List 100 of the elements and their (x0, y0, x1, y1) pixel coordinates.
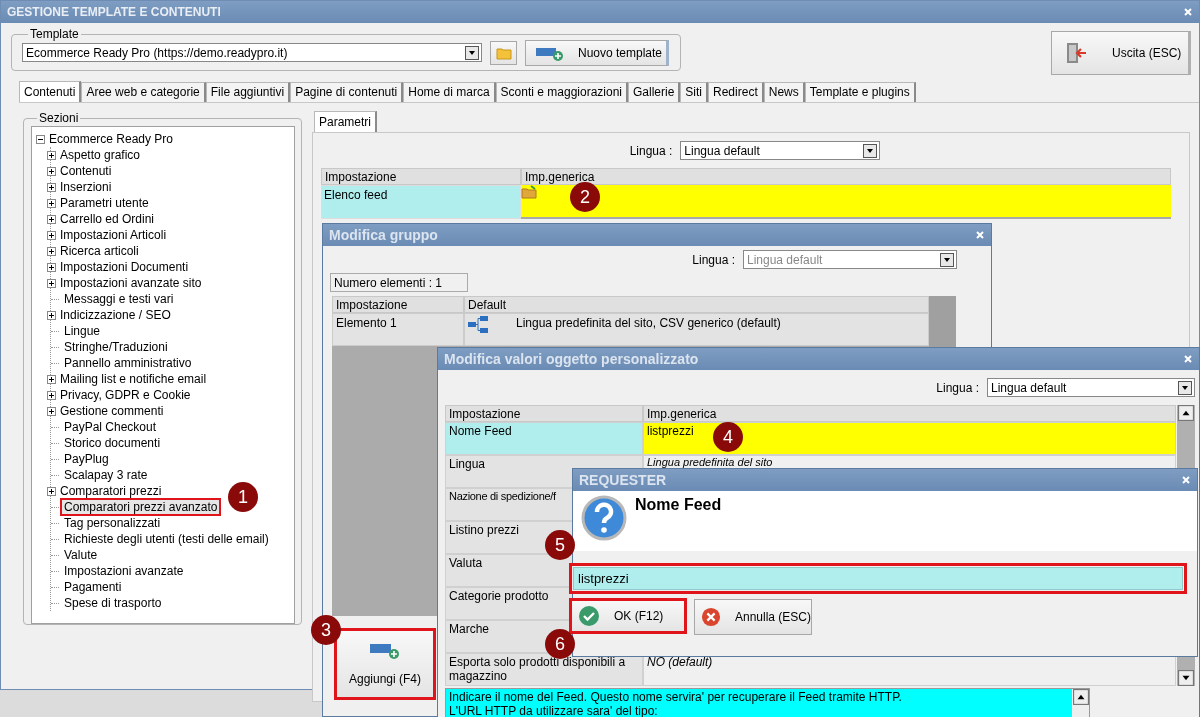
tree-item[interactable]: Tag personalizzati (62, 516, 163, 530)
tree-item[interactable]: Impostazioni Documenti (58, 260, 191, 274)
expand-icon[interactable] (47, 486, 56, 496)
folder-icon (495, 45, 512, 60)
tree-item[interactable]: Pagamenti (62, 580, 124, 594)
exit-button[interactable]: Uscita (ESC) (1051, 31, 1191, 75)
table-cell: Lingua predefinita del sito, CSV generico (default) (516, 316, 781, 330)
language-label: Lingua : (629, 143, 673, 158)
tree-item[interactable]: Impostazioni avanzate (62, 564, 186, 578)
close-icon (701, 606, 721, 628)
tree-item[interactable]: Richieste degli utenti (testi delle email) (62, 532, 271, 546)
tree-item[interactable]: Indicizzazione / SEO (58, 308, 173, 322)
tree-item[interactable]: Impostazioni avanzate sito (58, 276, 204, 290)
language-label: Lingua : (936, 380, 979, 395)
group-label: Template (29, 27, 80, 41)
hierarchy-icon (468, 316, 488, 334)
tab[interactable]: Gallerie (628, 82, 681, 102)
template-select[interactable]: Ecommerce Ready Pro (https://demo.readypro.it) (22, 43, 482, 62)
table-cell: Nome Feed (445, 422, 643, 455)
scroll-down-icon[interactable] (1178, 670, 1194, 686)
language-select[interactable]: Lingua default (680, 141, 881, 160)
tab[interactable]: Siti (680, 82, 709, 102)
expand-icon[interactable] (47, 278, 56, 288)
tab[interactable]: Sconti e maggiorazioni (495, 82, 628, 102)
column-header: Imp.generica (521, 168, 1171, 185)
expand-icon[interactable] (47, 246, 56, 256)
tab[interactable]: News (763, 82, 805, 102)
dialog-title: Modifica gruppo (329, 227, 438, 243)
tree-item[interactable]: PayPlug (62, 452, 111, 466)
close-icon[interactable] (1183, 7, 1193, 17)
tab[interactable]: File aggiuntivi (205, 82, 291, 102)
column-header: Impostazione (321, 168, 521, 185)
close-icon[interactable] (1183, 354, 1193, 364)
tree-item[interactable]: Carrello ed Ordini (58, 212, 157, 226)
tab[interactable]: Template e plugins (804, 82, 916, 102)
tree-item[interactable]: Contenuti (58, 164, 114, 178)
tree-item[interactable]: Scalapay 3 rate (62, 468, 150, 482)
tree-item[interactable]: Ricerca articoli (58, 244, 141, 258)
tree-item[interactable]: Spese di trasporto (62, 596, 164, 610)
column-header: Imp.generica (643, 405, 1176, 422)
tree-item[interactable]: Comparatori prezzi avanzato (62, 500, 220, 514)
tab[interactable]: Aree web e categorie (81, 82, 206, 102)
scroll-up-icon[interactable] (1072, 689, 1089, 705)
column-header: Impostazione (332, 296, 464, 313)
ok-button[interactable]: OK (F12) (569, 598, 687, 634)
expand-icon[interactable] (47, 214, 56, 224)
expand-icon[interactable] (47, 262, 56, 272)
tree-item[interactable]: Gestione commenti (58, 404, 166, 418)
dropdown-icon (940, 252, 954, 267)
expand-icon[interactable] (47, 374, 56, 384)
tree-item[interactable]: Inserzioni (58, 180, 114, 194)
language-select[interactable]: Lingua default (987, 378, 1195, 397)
tree-item[interactable]: Privacy, GDPR e Cookie (58, 388, 193, 402)
question-icon (581, 495, 627, 541)
folder-icon (521, 185, 537, 199)
cancel-button[interactable]: Annulla (ESC) (694, 599, 812, 635)
check-icon (578, 605, 600, 627)
expand-icon[interactable] (47, 150, 56, 160)
tree-item[interactable]: Comparatori prezzi (58, 484, 164, 498)
tree-item[interactable]: Aspetto grafico (58, 148, 143, 162)
tab[interactable]: Home di marca (403, 82, 496, 102)
language-label: Lingua : (692, 252, 735, 267)
window-title: GESTIONE TEMPLATE E CONTENUTI (7, 5, 221, 19)
help-text: Indicare il nome del Feed. Questo nome servira' per recuperare il Feed tramite HTTP. (449, 690, 903, 704)
expand-icon[interactable] (47, 310, 56, 320)
element-count: Numero elementi : 1 (330, 273, 468, 292)
exit-door-icon (1064, 41, 1088, 65)
tree-item[interactable]: Storico documenti (62, 436, 163, 450)
table-cell[interactable] (521, 185, 1171, 217)
tree-item[interactable]: Ecommerce Ready Pro (47, 132, 176, 146)
expand-icon[interactable] (47, 182, 56, 192)
tree-item[interactable]: Pannello amministrativo (62, 356, 194, 370)
add-button[interactable]: Aggiungi (F4) (336, 630, 434, 698)
close-icon[interactable] (1181, 475, 1191, 485)
scroll-up-icon[interactable] (1178, 405, 1194, 421)
tree-item[interactable]: Lingue (62, 324, 103, 338)
tab[interactable]: Redirect (708, 82, 764, 102)
input-field[interactable]: listprezzi (569, 563, 1187, 594)
tree-item[interactable]: PayPal Checkout (62, 420, 159, 434)
tab[interactable]: Contenuti (19, 81, 82, 102)
new-template-button[interactable]: Nuovo template (525, 39, 669, 66)
expand-icon[interactable] (47, 390, 56, 400)
table-cell[interactable]: NO (default) (647, 655, 713, 669)
collapse-icon[interactable] (36, 134, 45, 144)
tree-item[interactable]: Messaggi e testi vari (62, 292, 176, 306)
expand-icon[interactable] (47, 166, 56, 176)
expand-icon[interactable] (47, 230, 56, 240)
tree-item[interactable]: Parametri utente (58, 196, 151, 210)
close-icon[interactable] (975, 230, 985, 240)
tree-item[interactable]: Valute (62, 548, 100, 562)
tree-item[interactable]: Impostazioni Articoli (58, 228, 169, 242)
add-item-icon (370, 642, 400, 660)
table-cell[interactable]: listprezzi (647, 424, 694, 438)
column-header: Default (464, 296, 929, 313)
tree-item[interactable]: Stringhe/Traduzioni (62, 340, 170, 354)
tab[interactable]: Pagine di contenuti (290, 82, 404, 102)
expand-icon[interactable] (47, 198, 56, 208)
tree-item[interactable]: Mailing list e notifiche email (58, 372, 209, 386)
tab[interactable]: Parametri (314, 111, 377, 132)
expand-icon[interactable] (47, 406, 56, 416)
